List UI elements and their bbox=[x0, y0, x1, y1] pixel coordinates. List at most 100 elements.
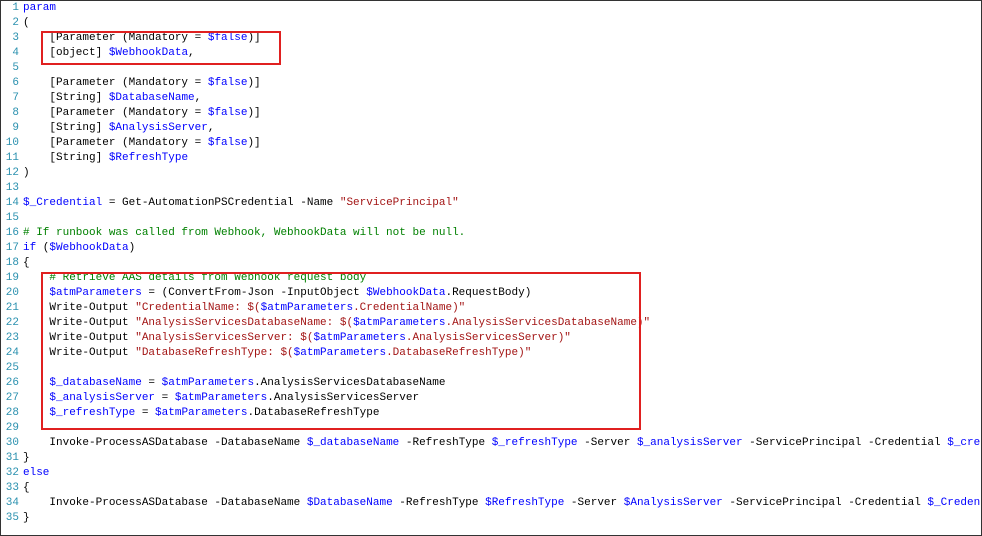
line-number: 13 bbox=[1, 181, 19, 196]
token-var: $AnalysisServer bbox=[109, 122, 208, 134]
token-plain: -RefreshType bbox=[393, 497, 485, 509]
line-number: 5 bbox=[1, 61, 19, 76]
line-number: 21 bbox=[1, 301, 19, 316]
token-var: $_databaseName bbox=[307, 437, 399, 449]
code-line bbox=[23, 61, 981, 76]
token-plain: )] bbox=[247, 77, 260, 89]
token-var: $false bbox=[208, 107, 248, 119]
line-number: 2 bbox=[1, 16, 19, 31]
token-plain: Write-Output bbox=[23, 332, 135, 344]
token-kw: if bbox=[23, 242, 36, 254]
token-plain: } bbox=[23, 452, 30, 464]
line-number-gutter: 1234567891011121314151617181920212223242… bbox=[1, 1, 23, 535]
line-number: 30 bbox=[1, 436, 19, 451]
code-line: $_databaseName = $atmParameters.Analysis… bbox=[23, 376, 981, 391]
line-number: 19 bbox=[1, 271, 19, 286]
token-plain bbox=[23, 287, 49, 299]
token-plain: ( bbox=[23, 17, 30, 29]
line-number: 16 bbox=[1, 226, 19, 241]
token-var: $AnalysisServer bbox=[624, 497, 723, 509]
code-content[interactable]: param( [Parameter (Mandatory = $false)] … bbox=[23, 1, 981, 535]
line-number: 1 bbox=[1, 1, 19, 16]
token-plain: ) bbox=[129, 242, 136, 254]
token-str: .DatabaseRefreshType)" bbox=[386, 347, 531, 359]
token-var: $_databaseName bbox=[49, 377, 141, 389]
token-plain: [Parameter (Mandatory = bbox=[23, 107, 208, 119]
line-number: 7 bbox=[1, 91, 19, 106]
token-var: $_credential bbox=[947, 437, 981, 449]
token-plain: )] bbox=[247, 107, 260, 119]
token-plain: Write-Output bbox=[23, 347, 135, 359]
token-var: $_analysisServer bbox=[49, 392, 155, 404]
token-plain bbox=[23, 392, 49, 404]
token-var: $false bbox=[208, 32, 248, 44]
token-str: "CredentialName: $( bbox=[135, 302, 260, 314]
line-number: 28 bbox=[1, 406, 19, 421]
token-plain bbox=[23, 272, 49, 284]
line-number: 8 bbox=[1, 106, 19, 121]
token-str: .AnalysisServicesDatabaseName)" bbox=[445, 317, 650, 329]
token-plain: -ServicePrincipal -Credential bbox=[723, 497, 928, 509]
token-str: "ServicePrincipal" bbox=[340, 197, 459, 209]
token-var: $DatabaseName bbox=[307, 497, 393, 509]
code-line: Write-Output "AnalysisServicesDatabaseNa… bbox=[23, 316, 981, 331]
line-number: 18 bbox=[1, 256, 19, 271]
code-line bbox=[23, 421, 981, 436]
line-number: 26 bbox=[1, 376, 19, 391]
token-plain: -Server bbox=[564, 497, 623, 509]
token-plain: , bbox=[195, 92, 202, 104]
token-plain: -RefreshType bbox=[399, 437, 491, 449]
token-var: $atmParameters bbox=[294, 347, 386, 359]
token-var: $atmParameters bbox=[313, 332, 405, 344]
line-number: 33 bbox=[1, 481, 19, 496]
line-number: 12 bbox=[1, 166, 19, 181]
code-line: $_Credential = Get-AutomationPSCredentia… bbox=[23, 196, 981, 211]
line-number: 4 bbox=[1, 46, 19, 61]
token-plain: = bbox=[142, 377, 162, 389]
token-var: $atmParameters bbox=[155, 407, 247, 419]
token-var: $WebhookData bbox=[366, 287, 445, 299]
token-str: "DatabaseRefreshType: $( bbox=[135, 347, 293, 359]
token-plain: = bbox=[155, 392, 175, 404]
line-number: 9 bbox=[1, 121, 19, 136]
code-line: # Retrieve AAS details from Webhook requ… bbox=[23, 271, 981, 286]
code-line: [Parameter (Mandatory = $false)] bbox=[23, 31, 981, 46]
token-plain: = bbox=[135, 407, 155, 419]
token-plain bbox=[23, 407, 49, 419]
token-var: $RefreshType bbox=[485, 497, 564, 509]
code-line: [Parameter (Mandatory = $false)] bbox=[23, 76, 981, 91]
token-plain: } bbox=[23, 512, 30, 524]
token-plain: { bbox=[23, 257, 30, 269]
token-kw: else bbox=[23, 467, 49, 479]
token-plain: [Parameter (Mandatory = bbox=[23, 32, 208, 44]
token-plain: [object] bbox=[23, 47, 109, 59]
token-var: $DatabaseName bbox=[109, 92, 195, 104]
token-var: $_analysisServer bbox=[637, 437, 743, 449]
code-line: param bbox=[23, 1, 981, 16]
token-var: $_Credential bbox=[927, 497, 981, 509]
code-line: Write-Output "AnalysisServicesServer: $(… bbox=[23, 331, 981, 346]
token-plain: Invoke-ProcessASDatabase -DatabaseName bbox=[23, 497, 307, 509]
code-line: [String] $AnalysisServer, bbox=[23, 121, 981, 136]
line-number: 15 bbox=[1, 211, 19, 226]
code-line: { bbox=[23, 256, 981, 271]
token-str: "AnalysisServicesServer: $( bbox=[135, 332, 313, 344]
token-plain: -Server bbox=[578, 437, 637, 449]
line-number: 35 bbox=[1, 511, 19, 526]
token-plain: )] bbox=[247, 137, 260, 149]
token-var: $atmParameters bbox=[175, 392, 267, 404]
code-line bbox=[23, 211, 981, 226]
token-var: $RefreshType bbox=[109, 152, 188, 164]
token-var: $WebhookData bbox=[109, 47, 188, 59]
token-plain: .AnalysisServicesServer bbox=[267, 392, 419, 404]
token-var: $atmParameters bbox=[353, 317, 445, 329]
token-plain: [Parameter (Mandatory = bbox=[23, 137, 208, 149]
token-plain: .RequestBody) bbox=[445, 287, 531, 299]
code-line: [Parameter (Mandatory = $false)] bbox=[23, 136, 981, 151]
token-str: .CredentialName)" bbox=[353, 302, 465, 314]
token-var: $WebhookData bbox=[49, 242, 128, 254]
line-number: 22 bbox=[1, 316, 19, 331]
code-line: $atmParameters = (ConvertFrom-Json -Inpu… bbox=[23, 286, 981, 301]
code-line: Invoke-ProcessASDatabase -DatabaseName $… bbox=[23, 496, 981, 511]
line-number: 31 bbox=[1, 451, 19, 466]
